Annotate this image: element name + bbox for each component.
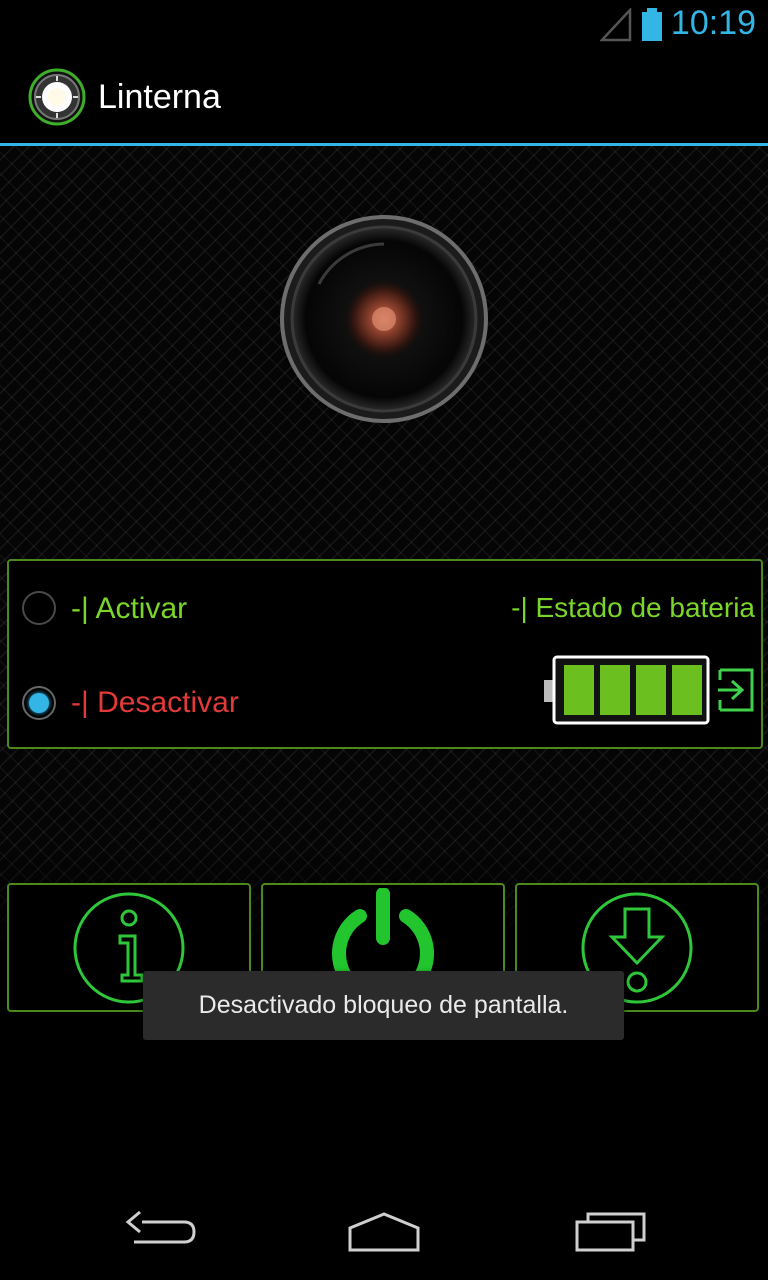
recent-apps-icon[interactable] [574,1210,648,1259]
radio-selected-dot [29,693,49,713]
status-time: 10:19 [670,4,756,42]
toast-text: Desactivado bloqueo de pantalla. [198,991,569,1019]
battery-state-label: -| Estado de bateria [511,592,755,623]
desactivar-label[interactable]: -| Desactivar [71,686,239,720]
activar-label[interactable]: -| Activar [71,592,187,626]
control-panel: -| Activar -| Desactivar -| Estado de ba… [7,559,763,749]
status-bar: 10:19 [0,0,768,50]
navigation-bar [0,1190,768,1280]
battery-icon [640,8,664,47]
signal-icon [599,6,632,47]
flashlight-app-icon [28,68,86,131]
back-icon[interactable] [124,1210,196,1259]
battery-level-icon[interactable] [542,654,758,733]
desactivar-radio[interactable] [22,686,56,720]
activar-radio[interactable] [22,591,56,625]
home-icon[interactable] [344,1210,424,1259]
app-bar: Linterna [0,50,768,146]
app-title: Linterna [98,78,221,116]
toast-message: Desactivado bloqueo de pantalla. [143,971,624,1040]
camera-lens-icon[interactable] [279,214,489,429]
